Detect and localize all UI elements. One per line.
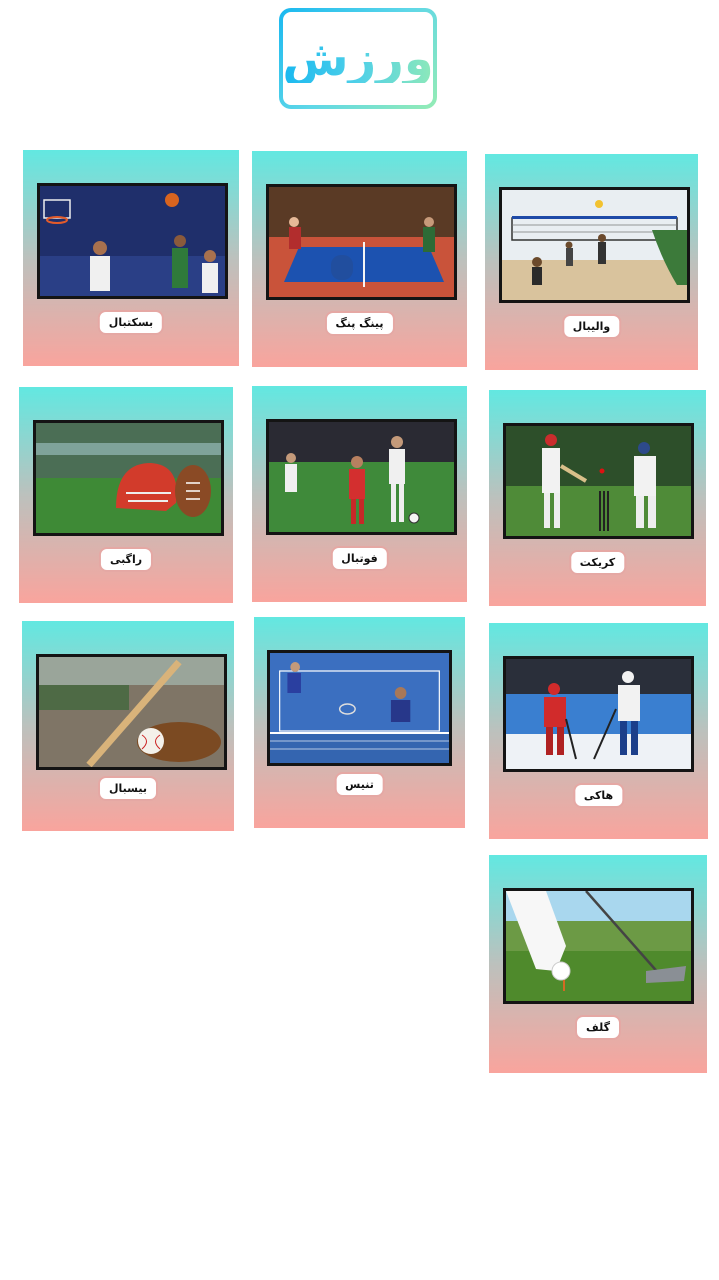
sport-card-hockey[interactable]: هاکی	[489, 623, 708, 839]
basketball-photo	[37, 183, 228, 299]
sport-label: هاکی	[572, 783, 625, 808]
tennis-photo	[267, 650, 452, 766]
baseball-photo	[36, 654, 227, 770]
sport-label: بیسبال	[98, 776, 158, 801]
sport-label: گلف	[575, 1015, 621, 1040]
sport-label: راگبی	[98, 547, 154, 572]
sport-card-volleyball[interactable]: والیبال	[485, 154, 698, 370]
golf-photo	[503, 888, 694, 1004]
sport-card-cricket[interactable]: کریکت	[489, 390, 706, 606]
sport-label: فوتبال	[330, 546, 389, 571]
sport-card-golf[interactable]: گلف	[489, 855, 707, 1073]
sport-label: بسکتبال	[97, 310, 165, 335]
sport-card-baseball[interactable]: بیسبال	[22, 621, 234, 831]
sport-card-basketball[interactable]: بسکتبال	[23, 150, 239, 366]
rugby-photo	[33, 420, 224, 536]
sport-label: تنیس	[334, 772, 385, 797]
page-title: ورزش	[282, 30, 434, 87]
sport-card-tennis[interactable]: تنیس	[254, 617, 465, 828]
sport-label: پینگ پنگ	[324, 311, 395, 336]
sport-label: کریکت	[568, 550, 627, 575]
sport-label: والیبال	[561, 314, 622, 339]
hockey-photo	[503, 656, 694, 772]
sport-card-table-tennis[interactable]: پینگ پنگ	[252, 151, 467, 367]
football-photo	[266, 419, 457, 535]
table-tennis-photo	[266, 184, 457, 300]
volleyball-photo	[499, 187, 690, 303]
sport-card-rugby[interactable]: راگبی	[19, 387, 233, 603]
cricket-photo	[503, 423, 694, 539]
sport-card-football[interactable]: فوتبال	[252, 386, 467, 602]
page-title-box: ورزش	[279, 8, 437, 109]
